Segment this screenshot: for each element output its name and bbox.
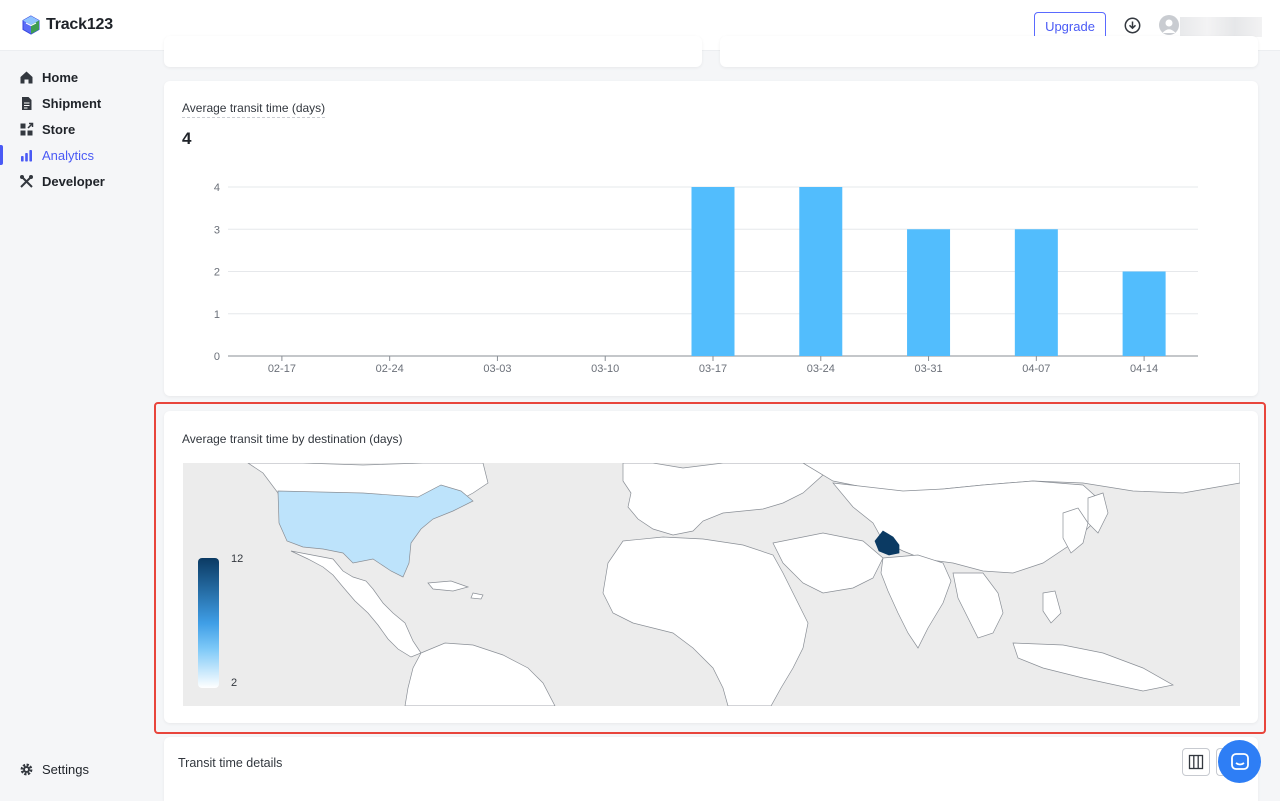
- app-name: Track123: [46, 16, 113, 33]
- x-tick-label: 02-24: [376, 363, 404, 375]
- y-tick-label: 0: [214, 351, 220, 363]
- download-icon[interactable]: [1124, 17, 1141, 34]
- x-tick-label: 02-17: [268, 363, 296, 375]
- transit-time-bar-chart: 0 1 2 3 4 02-17 02-24 03-03 03-10 03-17 03-24 03-31…: [214, 182, 1198, 375]
- store-icon: [20, 122, 34, 135]
- transit-time-card: Average transit time (days) 4 0 1 2 3 4 02-17…: [164, 81, 1258, 396]
- x-tick-label: 04-14: [1130, 363, 1158, 375]
- sidebar-item-analytics[interactable]: Analytics: [0, 143, 143, 167]
- user-icon: [1162, 19, 1176, 33]
- sidebar-item-label: Store: [42, 121, 76, 137]
- sidebar-item-settings[interactable]: Settings: [0, 757, 143, 781]
- gear-icon: [20, 763, 33, 775]
- sidebar-item-label: Analytics: [42, 147, 95, 163]
- summary-card-right: [720, 36, 1258, 67]
- summary-card-left: [164, 36, 702, 67]
- x-tick-label: 03-17: [699, 363, 727, 375]
- y-tick-label: 3: [214, 224, 220, 236]
- avatar[interactable]: [1159, 15, 1179, 35]
- user-name-redacted[interactable]: [1180, 17, 1262, 37]
- sidebar-item-shipment[interactable]: Shipment: [0, 91, 143, 115]
- x-tick-label: 03-31: [914, 363, 942, 375]
- x-tick-label: 03-10: [591, 363, 619, 375]
- sidebar-item-label: Developer: [42, 173, 105, 189]
- bar-chart-icon: [21, 149, 32, 161]
- x-tick-label: 03-03: [483, 363, 511, 375]
- y-tick-label: 1: [214, 309, 220, 321]
- sidebar-item-developer[interactable]: Developer: [0, 169, 143, 193]
- y-tick-label: 4: [214, 182, 220, 194]
- bar-03-17[interactable]: [691, 187, 735, 356]
- highlight-box: [154, 402, 1266, 734]
- bar-04-07[interactable]: [1014, 229, 1058, 356]
- bar-04-14[interactable]: [1122, 271, 1166, 357]
- x-tick-label: 03-24: [807, 363, 835, 375]
- sidebar: Home Shipment Store Analytics Developer …: [0, 52, 143, 801]
- document-icon: [22, 96, 32, 110]
- bar-03-31[interactable]: [907, 229, 951, 356]
- columns-icon: [1188, 754, 1204, 770]
- transit-details-card: Transit time details: [164, 737, 1258, 801]
- sidebar-item-label: Shipment: [42, 95, 102, 111]
- y-tick-label: 2: [214, 267, 220, 279]
- bar-03-24[interactable]: [799, 187, 843, 356]
- chat-button[interactable]: [1218, 740, 1261, 783]
- tools-icon: [20, 174, 33, 188]
- transit-details-title: Transit time details: [178, 756, 283, 770]
- columns-button[interactable]: [1182, 748, 1210, 776]
- chat-icon: [1230, 752, 1249, 770]
- sidebar-item-label: Home: [42, 69, 79, 85]
- app-logo[interactable]: Track123: [20, 14, 113, 36]
- x-tick-label: 04-07: [1022, 363, 1050, 375]
- cube-logo-icon: [22, 15, 40, 35]
- sidebar-item-store[interactable]: Store: [0, 117, 143, 141]
- home-icon: [20, 71, 33, 83]
- sidebar-item-label: Settings: [42, 761, 89, 777]
- sidebar-item-home[interactable]: Home: [0, 65, 143, 89]
